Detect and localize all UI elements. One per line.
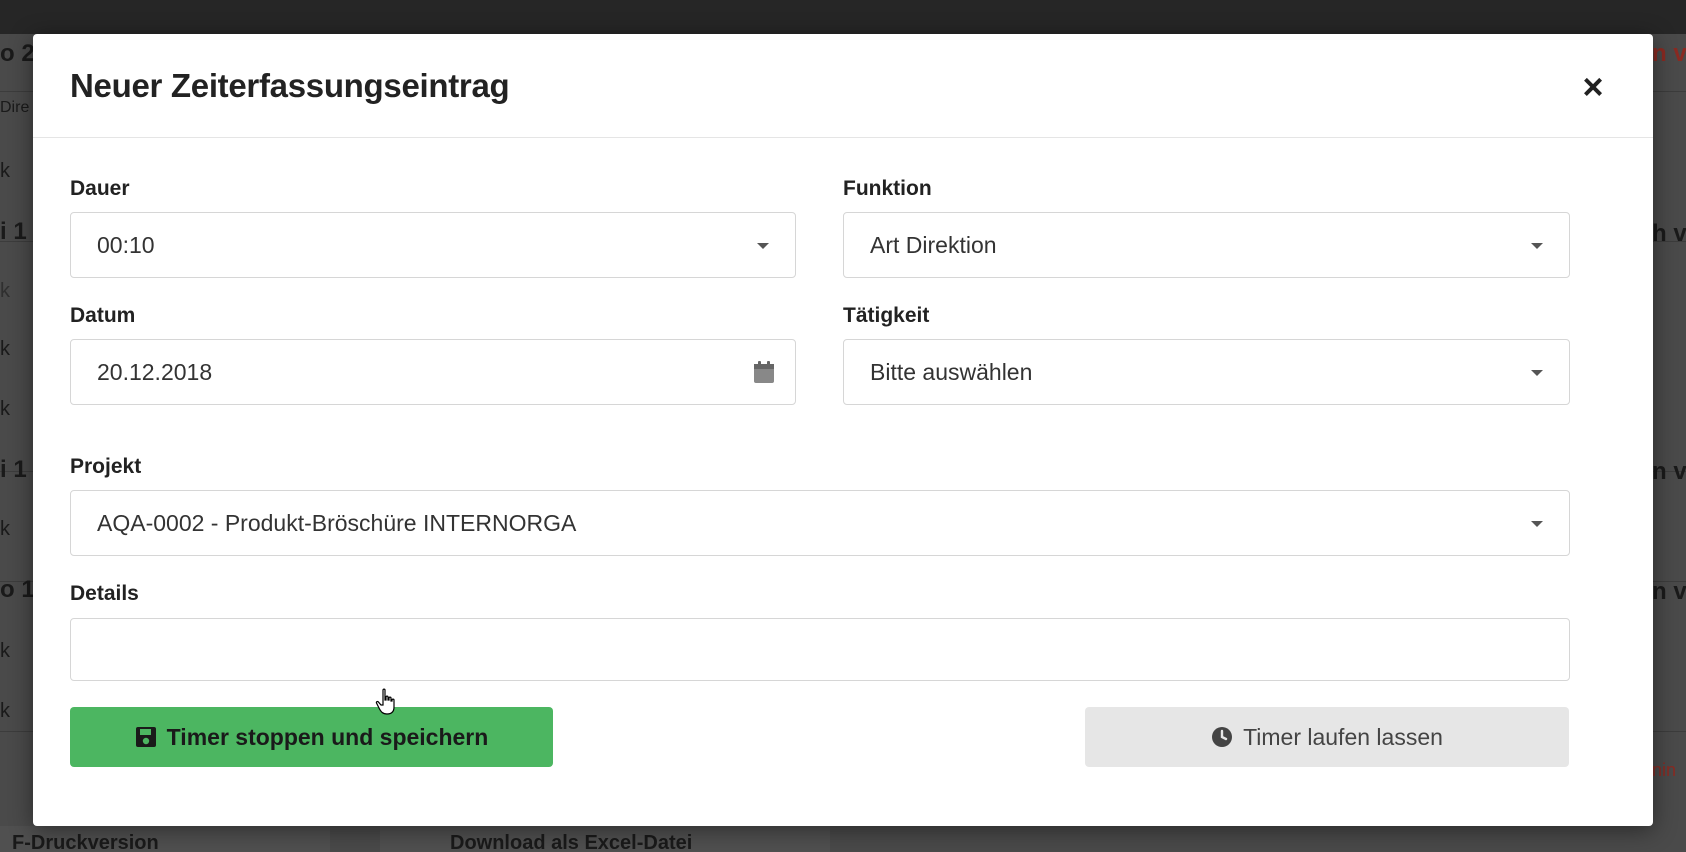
background-text: i 1 bbox=[0, 218, 27, 245]
projekt-value: AQA-0002 - Produkt-Bröschüre INTERNORGA bbox=[97, 510, 577, 536]
background-text: Dire bbox=[0, 99, 30, 116]
close-icon[interactable]: × bbox=[1576, 69, 1610, 105]
datum-label: Datum bbox=[70, 304, 136, 327]
calendar-icon[interactable] bbox=[753, 360, 775, 384]
background-text: nin bbox=[1652, 760, 1677, 780]
time-entry-modal: Neuer Zeiterfassungseintrag × Dauer 00:1… bbox=[33, 34, 1653, 826]
hand-cursor-icon bbox=[375, 688, 395, 715]
dauer-value: 00:10 bbox=[97, 232, 155, 258]
dauer-select[interactable]: 00:10 bbox=[70, 212, 796, 278]
background-text: k bbox=[0, 700, 10, 722]
background-text: n v bbox=[1652, 458, 1686, 485]
caret-down-icon bbox=[757, 243, 769, 249]
projekt-select[interactable]: AQA-0002 - Produkt-Bröschüre INTERNORGA bbox=[70, 490, 1570, 556]
background-text: k bbox=[0, 160, 10, 182]
background-text: n v bbox=[1652, 578, 1686, 605]
background-text: o 2 bbox=[0, 40, 34, 67]
details-input[interactable] bbox=[70, 618, 1570, 681]
background-text: k bbox=[0, 338, 10, 360]
caret-down-icon bbox=[1531, 370, 1543, 376]
modal-header: Neuer Zeiterfassungseintrag × bbox=[33, 34, 1653, 138]
timer-continue-label: Timer laufen lassen bbox=[1243, 723, 1443, 750]
datum-value: 20.12.2018 bbox=[97, 359, 213, 385]
caret-down-icon bbox=[1531, 521, 1543, 527]
background-text: k bbox=[0, 280, 10, 302]
taetigkeit-select[interactable]: Bitte auswählen bbox=[843, 339, 1570, 405]
timer-stop-save-button[interactable]: Timer stoppen und speichern bbox=[70, 707, 553, 767]
caret-down-icon bbox=[1531, 243, 1543, 249]
dauer-label: Dauer bbox=[70, 177, 130, 200]
background-text: n v bbox=[1652, 40, 1686, 67]
timer-stop-save-label: Timer stoppen und speichern bbox=[166, 723, 489, 750]
datum-input[interactable]: 20.12.2018 bbox=[70, 339, 796, 405]
background-text: k bbox=[0, 518, 10, 540]
details-label: Details bbox=[70, 582, 139, 605]
timer-continue-button[interactable]: Timer laufen lassen bbox=[1085, 707, 1569, 767]
background-pdf-button: F-Druckversion bbox=[0, 826, 330, 852]
background-text: k bbox=[0, 640, 10, 662]
funktion-select[interactable]: Art Direktion bbox=[843, 212, 1570, 278]
floppy-disk-icon bbox=[135, 727, 156, 747]
background-text: i 1 bbox=[0, 456, 27, 483]
funktion-value: Art Direktion bbox=[870, 232, 997, 258]
background-text: o 1 bbox=[0, 576, 34, 603]
background-text: h v bbox=[1652, 220, 1686, 247]
taetigkeit-value: Bitte auswählen bbox=[870, 359, 1033, 385]
clock-icon bbox=[1212, 727, 1233, 747]
modal-title: Neuer Zeiterfassungseintrag bbox=[70, 67, 510, 104]
taetigkeit-label: Tätigkeit bbox=[843, 304, 930, 327]
projekt-label: Projekt bbox=[70, 455, 142, 478]
background-text: k bbox=[0, 398, 10, 420]
background-excel-button: Download als Excel-Datei bbox=[380, 826, 830, 852]
background-topbar bbox=[0, 0, 1686, 34]
funktion-label: Funktion bbox=[843, 177, 932, 200]
